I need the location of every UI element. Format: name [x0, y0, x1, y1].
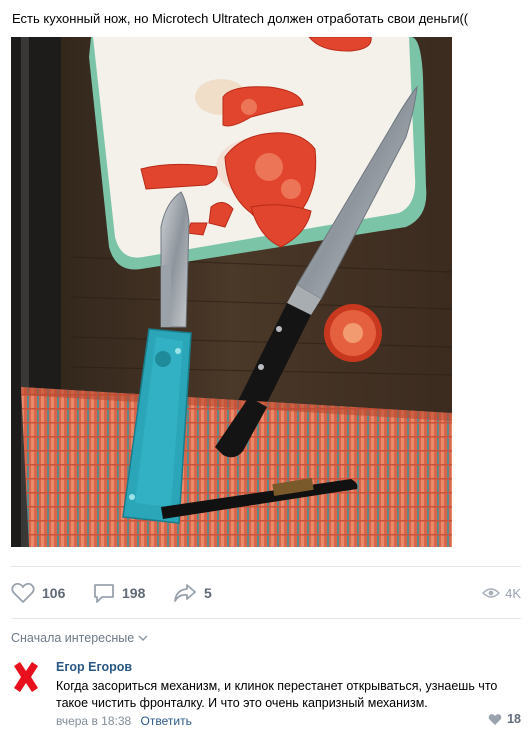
comment-author[interactable]: Егор Егоров — [56, 660, 132, 674]
comment-time[interactable]: вчера в 18:38 — [56, 714, 131, 728]
reply-link[interactable]: Ответить — [141, 714, 192, 728]
share-count: 5 — [204, 585, 212, 601]
heart-icon — [11, 582, 35, 603]
comment-item: Егор Егоров Когда засориться механизм, и… — [11, 657, 526, 737]
heart-icon — [488, 713, 502, 725]
comment-icon — [94, 584, 114, 603]
post-photo[interactable] — [11, 37, 452, 547]
avatar[interactable] — [11, 660, 41, 694]
views-count: 4K — [505, 585, 521, 601]
share-arrow-icon — [174, 584, 196, 602]
views-counter: 4K — [482, 576, 521, 610]
share-button[interactable]: 5 — [173, 576, 212, 610]
red-cross-icon — [14, 662, 38, 692]
chevron-down-icon — [138, 635, 148, 641]
comment-like-count: 18 — [507, 712, 521, 726]
comment-meta: вчера в 18:38 Ответить — [56, 714, 192, 728]
actions-divider — [11, 618, 521, 619]
comment-text: Когда засориться механизм, и клинок пере… — [56, 679, 498, 710]
post-actions: 106 198 5 4K — [0, 576, 530, 610]
comment-like-button[interactable]: 18 — [488, 712, 521, 726]
sort-label: Сначала интересные — [11, 631, 135, 645]
eye-icon — [482, 588, 501, 598]
like-button[interactable]: 106 — [11, 576, 65, 610]
photo-knives-tomato — [11, 37, 452, 547]
like-count: 106 — [42, 585, 66, 601]
photo-divider — [11, 566, 521, 567]
comment-count: 198 — [122, 585, 146, 601]
comment-button[interactable]: 198 — [93, 576, 145, 610]
comments-sort-dropdown[interactable]: Сначала интересные — [11, 631, 148, 645]
post-text: Есть кухонный нож, но Microtech Ultratec… — [12, 11, 469, 26]
